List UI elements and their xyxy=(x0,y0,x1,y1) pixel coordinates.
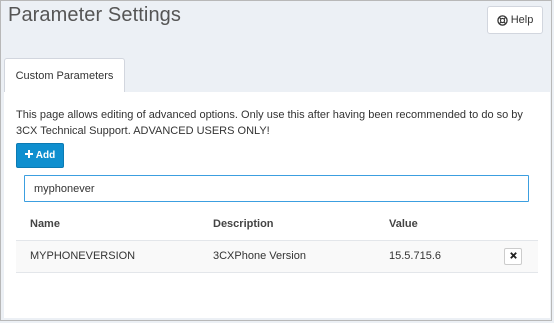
tab-panel: This page allows editing of advanced opt… xyxy=(4,92,550,318)
table-row[interactable]: MYPHONEVERSION 3CXPhone Version 15.5.715… xyxy=(16,240,538,273)
column-header-name[interactable]: Name xyxy=(16,208,199,241)
help-label: Help xyxy=(510,14,534,26)
page-title: Parameter Settings xyxy=(8,4,181,26)
tab-custom-parameters[interactable]: Custom Parameters xyxy=(4,58,125,93)
cell-description: 3CXPhone Version xyxy=(199,240,375,273)
add-button[interactable]: Add xyxy=(16,143,64,168)
column-header-description[interactable]: Description xyxy=(199,208,375,241)
delete-row-button[interactable] xyxy=(504,247,522,265)
life-ring-icon xyxy=(496,14,508,26)
column-header-actions xyxy=(490,208,538,241)
plus-icon xyxy=(24,150,33,161)
tab-bar: Custom Parameters xyxy=(4,46,550,93)
cell-name: MYPHONEVERSION xyxy=(16,240,199,273)
page-description: This page allows editing of advanced opt… xyxy=(16,109,523,137)
cell-actions xyxy=(490,240,538,273)
app-frame: Parameter Settings Help Custom Parameter… xyxy=(0,0,552,321)
cell-value: 15.5.715.6 xyxy=(375,240,490,273)
close-icon xyxy=(509,250,517,262)
search-input[interactable] xyxy=(24,175,529,202)
column-header-value[interactable]: Value xyxy=(375,208,490,241)
table-header-row: Name Description Value xyxy=(16,208,538,241)
help-button[interactable]: Help xyxy=(487,6,543,34)
parameters-table: Name Description Value MYPHONEVERSION 3C… xyxy=(16,208,538,273)
add-label: Add xyxy=(35,150,56,161)
